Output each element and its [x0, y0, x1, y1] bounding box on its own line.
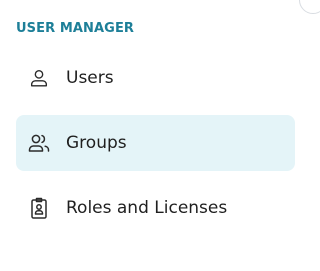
user-manager-panel: USER MANAGER Users Groups Roles and Lice… [0, 0, 320, 271]
nav-item-label: Users [66, 68, 114, 88]
id-badge-icon [27, 196, 51, 220]
nav-item-groups[interactable]: Groups [16, 115, 295, 171]
nav-item-roles-and-licenses[interactable]: Roles and Licenses [16, 180, 295, 236]
user-icon [27, 66, 51, 90]
section-title: USER MANAGER [16, 21, 135, 36]
nav-item-users[interactable]: Users [16, 50, 295, 106]
users-group-icon [27, 131, 51, 155]
nav-item-label: Roles and Licenses [66, 198, 228, 218]
collapse-handle[interactable] [299, 0, 320, 14]
nav-item-label: Groups [66, 133, 127, 153]
